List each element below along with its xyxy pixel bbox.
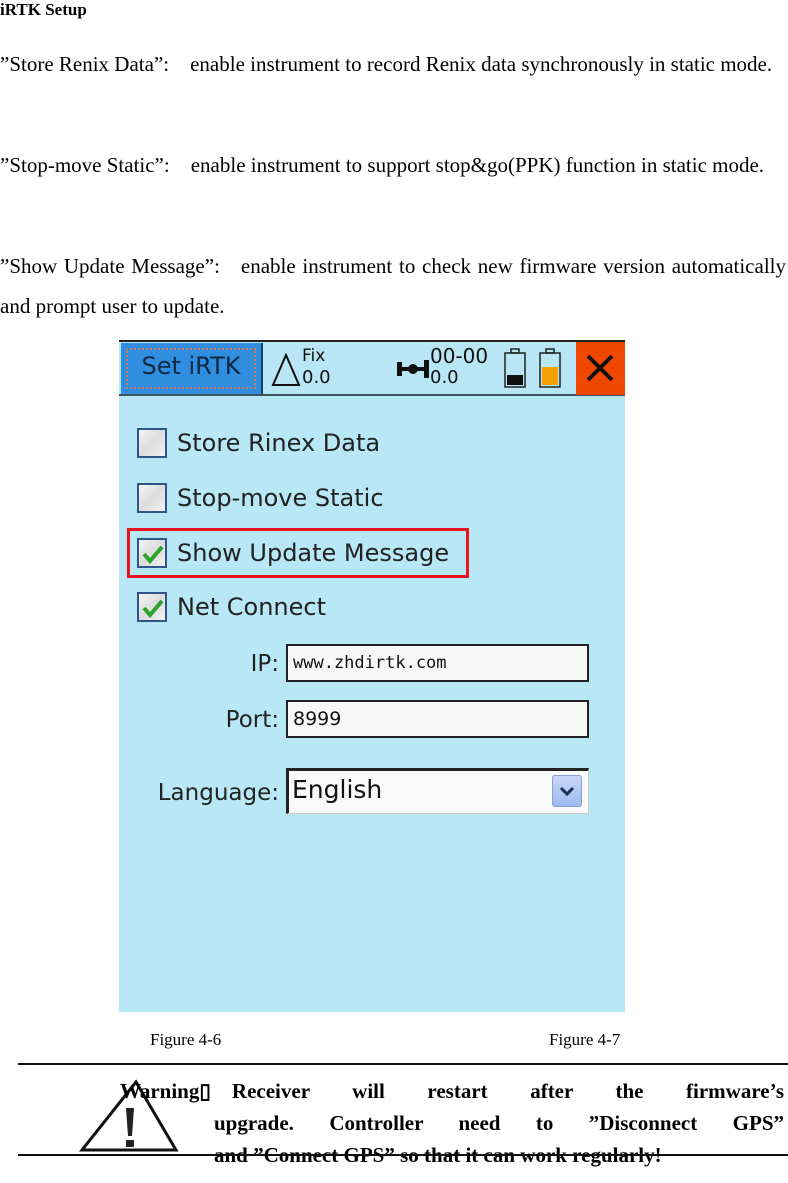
close-button[interactable] <box>576 342 625 395</box>
divider <box>18 1063 788 1065</box>
language-label: Language: <box>157 780 279 806</box>
option-label: Show Update Message <box>177 539 450 567</box>
port-label: Port: <box>225 707 279 733</box>
option-label: Net Connect <box>177 593 326 621</box>
figure-caption: Figure 4-6 <box>150 1030 222 1049</box>
warning-line-1: Warning▯ Receiver will restart after the… <box>120 1079 784 1103</box>
ip-input[interactable]: www.zhdirtk.com <box>286 644 589 682</box>
set-irtk-label: Set iRTK <box>141 352 241 380</box>
paragraph-store-rinex: ”Store Renix Data”: enable instrument to… <box>0 52 773 76</box>
close-icon <box>586 354 614 382</box>
checkbox-net-connect[interactable] <box>137 592 167 622</box>
option-label: Store Rinex Data <box>177 429 381 457</box>
port-input[interactable]: 8999 <box>286 700 589 738</box>
warning-line-2: upgrade. Controller need to ”Disconnect … <box>214 1111 784 1135</box>
triangle-icon <box>271 352 301 386</box>
device-screenshot: Set iRTK Fix 0.0 00-00 0.0 Store Rinex D… <box>119 340 625 1012</box>
fix-value: 0.0 <box>302 367 331 388</box>
divider <box>18 1154 788 1156</box>
chevron-down-icon <box>559 786 575 796</box>
checkmark-icon <box>142 599 164 618</box>
checkbox-store-rinex[interactable] <box>137 428 167 458</box>
checkbox-stop-move[interactable] <box>137 483 167 513</box>
figure-caption: Figure 4-7 <box>549 1030 621 1049</box>
section-title: iRTK Setup <box>0 0 87 19</box>
checkmark-icon <box>142 545 164 564</box>
dropdown-button[interactable] <box>552 775 582 807</box>
ip-label: IP: <box>250 651 279 677</box>
language-select[interactable]: English <box>286 768 589 814</box>
set-irtk-button[interactable]: Set iRTK <box>121 343 263 394</box>
battery-icon <box>539 348 561 388</box>
option-label: Stop-move Static <box>177 484 384 512</box>
satellite-value: 0.0 <box>430 367 459 388</box>
battery-icon <box>504 348 526 388</box>
satellite-icon <box>397 360 429 378</box>
paragraph-show-update: ”Show Update Message”: enable instrument… <box>0 254 786 318</box>
satellite-count: 00-00 <box>430 344 489 368</box>
paragraph-stop-move: ”Stop-move Static”: enable instrument to… <box>0 153 765 177</box>
checkbox-show-update[interactable] <box>137 538 167 568</box>
top-bar: Set iRTK Fix 0.0 00-00 0.0 <box>119 340 625 396</box>
language-value: English <box>292 775 383 804</box>
fix-label: Fix <box>302 346 326 366</box>
